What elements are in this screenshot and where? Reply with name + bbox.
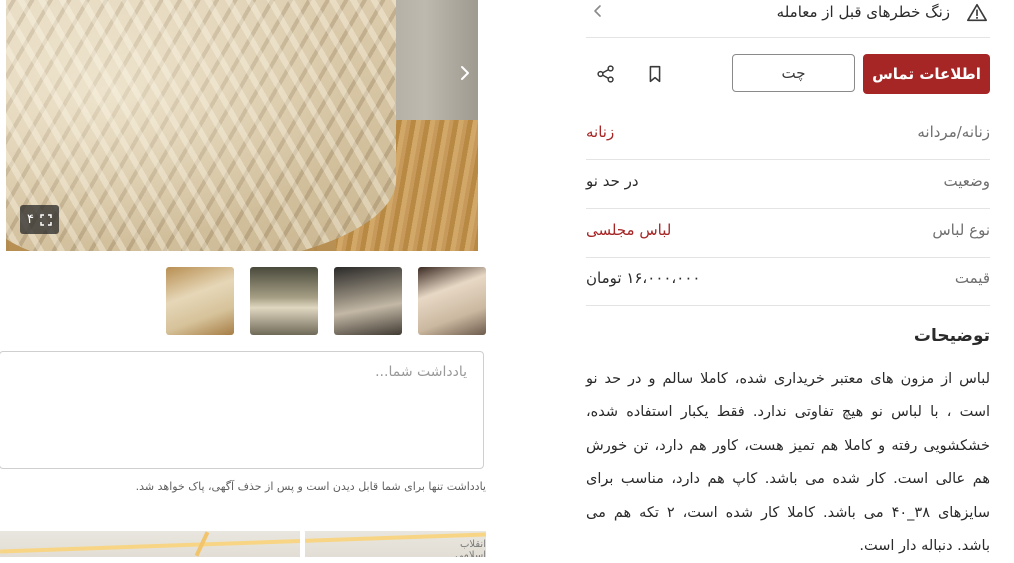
attribute-label: زنانه/مردانه	[917, 123, 990, 141]
note-hint-text: یادداشت تنها برای شما قابل دیدن است و پس…	[135, 480, 486, 493]
attribute-row-gender: زنانه/مردانه زنانه	[586, 111, 990, 160]
contact-info-button[interactable]: اطلاعات تماس	[863, 54, 990, 94]
chevron-left-icon	[594, 5, 601, 17]
chevron-right-icon[interactable]	[458, 64, 472, 82]
gallery-thumbnail[interactable]	[166, 267, 234, 335]
share-icon[interactable]	[595, 63, 617, 85]
image-dress	[6, 0, 396, 251]
description-text: لباس از مزون های معتبر خریداری شده، کامل…	[586, 371, 990, 555]
map-road	[300, 531, 305, 557]
gallery-thumbnail[interactable]	[334, 267, 402, 335]
fullscreen-icon	[40, 213, 52, 226]
attribute-label: نوع لباس	[932, 221, 990, 239]
gallery-thumbnail[interactable]	[418, 267, 486, 335]
bookmark-icon[interactable]	[644, 63, 666, 85]
attribute-label: قیمت	[954, 269, 990, 287]
fullscreen-button[interactable]: ۴	[20, 205, 59, 234]
note-textarea[interactable]	[0, 351, 484, 469]
ad-info-panel: زنگ خطرهای قبل از معامله اطلاعات تماس چت…	[586, 0, 990, 557]
attribute-row-condition: وضعیت در حد نو	[586, 160, 990, 209]
photo-count: ۴	[27, 212, 34, 227]
price-value: ۱۶،۰۰۰،۰۰۰ تومان	[586, 269, 701, 287]
attribute-label: وضعیت	[943, 172, 990, 190]
attribute-value-link[interactable]: لباس مجلسی	[586, 221, 671, 239]
location-map[interactable]: انقلاب اسلامی	[0, 531, 486, 557]
attribute-value-link[interactable]: زنانه	[586, 123, 614, 141]
warning-triangle-icon	[967, 3, 987, 22]
description-title: توضیحات	[913, 326, 990, 346]
map-road	[0, 532, 486, 554]
attribute-value: در حد نو	[586, 172, 639, 190]
map-place-label: انقلاب اسلامی	[455, 539, 486, 557]
chat-button[interactable]: چت	[732, 54, 855, 92]
main-gallery-image[interactable]: ۴	[6, 0, 478, 251]
attribute-row-clothing-type: نوع لباس لباس مجلسی	[586, 209, 990, 258]
safety-warning-text: زنگ خطرهای قبل از معامله	[776, 3, 950, 21]
attribute-row-price: قیمت ۱۶،۰۰۰،۰۰۰ تومان	[586, 257, 990, 306]
gallery-thumbnail[interactable]	[250, 267, 318, 335]
safety-warning-row[interactable]: زنگ خطرهای قبل از معامله	[586, 0, 990, 38]
